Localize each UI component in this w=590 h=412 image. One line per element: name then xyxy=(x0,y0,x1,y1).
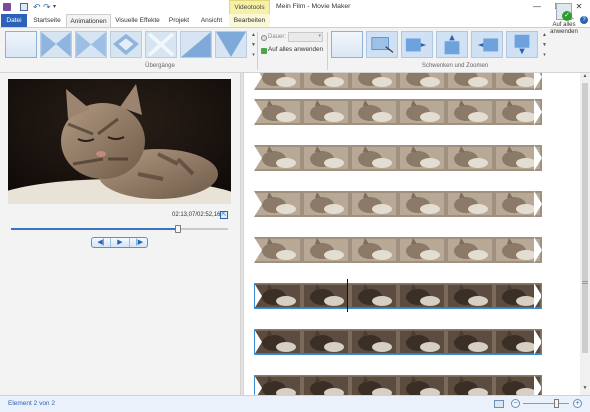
transition-bowtie-thumb[interactable] xyxy=(75,31,107,58)
storyboard-clip[interactable] xyxy=(254,99,542,125)
transition-diamond-thumb[interactable] xyxy=(110,31,142,58)
ribbon-animationen: ▲ ▼ ▾ Übergänge Dauer: ▾ Auf alles anwen… xyxy=(0,27,590,73)
storyboard-clip[interactable] xyxy=(254,191,542,217)
tab-animationen[interactable]: Animationen xyxy=(66,14,111,27)
window-title: Mein Film - Movie Maker xyxy=(276,3,351,10)
minimize-button[interactable]: — xyxy=(527,0,547,14)
seek-handle[interactable] xyxy=(175,225,182,233)
pan-zoom-left-thumb[interactable] xyxy=(401,31,433,58)
transitions-scroll-down-icon[interactable]: ▼ xyxy=(250,42,257,48)
zoom-slider[interactable] xyxy=(523,403,569,404)
tab-projekt[interactable]: Projekt xyxy=(166,14,192,27)
tab-visuelle-effekte[interactable]: Visuelle Effekte xyxy=(114,14,161,27)
duration-icon xyxy=(261,35,267,41)
title-bar: ↶ ↷ ▾ Videotools Mein Film - Movie Maker… xyxy=(0,0,590,14)
ribbon-separator xyxy=(257,32,258,70)
next-frame-button[interactable]: |▶ xyxy=(130,238,147,247)
scroll-grip xyxy=(582,281,588,284)
tab-bearbeiten[interactable]: Bearbeiten xyxy=(229,14,270,27)
movie-maker-icon[interactable] xyxy=(3,3,11,11)
storyboard[interactable] xyxy=(244,73,580,395)
scroll-down-icon[interactable]: ▼ xyxy=(581,385,589,391)
playhead[interactable] xyxy=(347,279,348,312)
storyboard-clip-selected[interactable] xyxy=(254,375,542,395)
storyboard-clip-selected[interactable] xyxy=(254,329,542,355)
scroll-thumb[interactable] xyxy=(582,83,588,353)
save-icon[interactable] xyxy=(20,3,28,11)
tab-datei[interactable]: Datei xyxy=(1,14,27,27)
zoom-in-button[interactable]: + xyxy=(573,399,582,408)
contextual-tab-videotools: Videotools xyxy=(229,0,270,14)
undo-icon[interactable]: ↶ xyxy=(33,3,41,12)
pan-zoom-in-thumb[interactable] xyxy=(366,31,398,58)
tab-ansicht[interactable]: Ansicht xyxy=(199,14,224,27)
transitions-more-icon[interactable]: ▾ xyxy=(250,52,257,58)
play-button[interactable]: ▶ xyxy=(111,238,130,247)
status-text: Element 2 von 2 xyxy=(8,400,55,407)
help-icon[interactable]: ? xyxy=(580,16,588,24)
playback-time: 02:13,07/02:52,16 xyxy=(172,212,221,218)
fullscreen-icon[interactable]: ⇱ xyxy=(220,211,228,219)
status-bar: Element 2 von 2 − + xyxy=(0,395,590,412)
apply-all-pan-button[interactable]: Auf alles anwenden xyxy=(548,22,580,36)
previous-frame-button[interactable]: ◀| xyxy=(92,238,111,247)
group-label-transitions: Übergänge xyxy=(145,63,175,69)
pan-scroll-down-icon[interactable]: ▼ xyxy=(541,42,548,48)
transition-x-thumb[interactable] xyxy=(145,31,177,58)
storyboard-clip-selected[interactable] xyxy=(254,283,542,309)
pan-zoom-right-thumb[interactable] xyxy=(471,31,503,58)
transitions-scroll-up-icon[interactable]: ▲ xyxy=(250,32,257,38)
tab-startseite[interactable]: Startseite xyxy=(30,14,64,27)
transition-diagonal-thumb[interactable] xyxy=(180,31,212,58)
seek-bar[interactable] xyxy=(11,228,228,230)
duration-field[interactable]: ▾ xyxy=(288,32,323,42)
pan-zoom-down-thumb[interactable] xyxy=(506,31,538,58)
pan-zoom-up-thumb[interactable] xyxy=(436,31,468,58)
zoom-slider-handle[interactable] xyxy=(554,399,560,408)
redo-icon[interactable]: ↷ xyxy=(43,3,51,12)
transport-controls: ◀| ▶ |▶ xyxy=(91,237,148,248)
check-icon: ✓ xyxy=(562,11,572,21)
apply-all-transitions-button[interactable]: Auf alles anwenden xyxy=(268,46,323,53)
customize-quick-access-icon[interactable]: ▾ xyxy=(53,3,61,11)
storyboard-clip[interactable] xyxy=(254,73,542,90)
transition-wedge-thumb[interactable] xyxy=(215,31,247,58)
seek-bar-fill xyxy=(11,228,179,230)
clip-selection-border xyxy=(254,375,542,395)
scroll-up-icon[interactable]: ▲ xyxy=(581,73,589,79)
pan-scroll-up-icon[interactable]: ▲ xyxy=(541,32,548,38)
zoom-out-button[interactable]: − xyxy=(511,399,520,408)
clip-selection-border xyxy=(254,283,542,309)
pan-zoom-none-thumb[interactable] xyxy=(331,31,363,58)
apply-all-icon xyxy=(261,48,267,54)
chevron-down-icon[interactable]: ▾ xyxy=(318,33,321,39)
preview-pane: 02:13,07/02:52,16 ⇱ ◀| ▶ |▶ xyxy=(0,73,240,395)
video-preview[interactable] xyxy=(8,79,231,204)
close-button[interactable]: ✕ xyxy=(569,0,589,14)
pan-more-icon[interactable]: ▾ xyxy=(541,52,548,58)
transition-none-thumb[interactable] xyxy=(5,31,37,58)
duration-label: Dauer: xyxy=(268,34,287,40)
transition-cross-thumb[interactable] xyxy=(40,31,72,58)
storyboard-clip[interactable] xyxy=(254,237,542,263)
storyboard-clip[interactable] xyxy=(254,145,542,171)
storyboard-scrollbar[interactable]: ▲ ▼ xyxy=(580,73,590,395)
ribbon-tabs: Datei Startseite Animationen Visuelle Ef… xyxy=(0,14,590,27)
thumbnail-size-icon[interactable] xyxy=(494,400,504,408)
ribbon-separator xyxy=(327,32,328,70)
group-label-pan-zoom: Schwenken und Zoomen xyxy=(421,63,489,69)
clip-selection-border xyxy=(254,329,542,355)
